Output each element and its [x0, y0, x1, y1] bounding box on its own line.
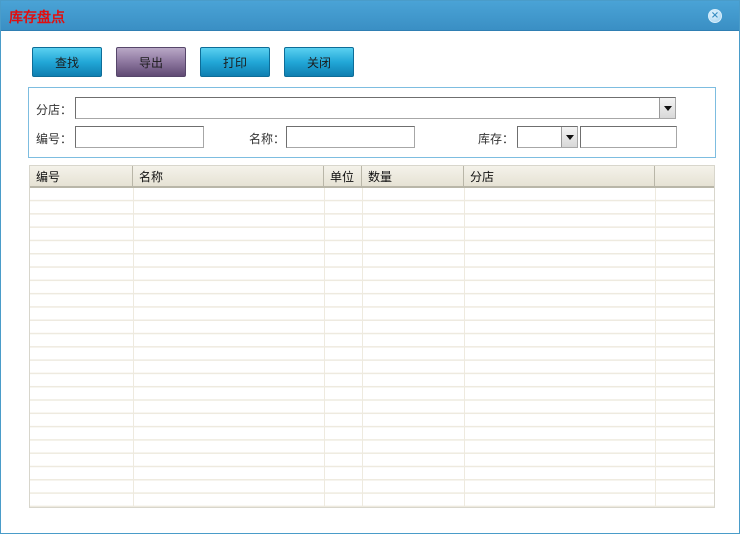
column-header-extra[interactable] [655, 166, 714, 188]
export-button[interactable]: 导出 [116, 47, 186, 77]
column-header-quantity[interactable]: 数量 [362, 166, 464, 188]
column-header-name[interactable]: 名称 [133, 166, 324, 188]
filter-panel: 分店： 编号： 名称： 库存： [28, 87, 716, 158]
column-divider [133, 188, 134, 507]
column-divider [324, 188, 325, 507]
branch-label: 分店： [36, 103, 73, 117]
branch-select[interactable] [75, 97, 676, 119]
stock-operator-select[interactable] [517, 126, 578, 148]
print-button[interactable]: 打印 [200, 47, 270, 77]
close-button[interactable]: 关闭 [284, 47, 354, 77]
inventory-table[interactable]: 编号 名称 单位 数量 分店 [29, 165, 715, 508]
name-input[interactable] [286, 126, 415, 148]
column-divider [362, 188, 363, 507]
table-header: 编号 名称 单位 数量 分店 [30, 166, 714, 188]
column-header-unit[interactable]: 单位 [324, 166, 362, 188]
column-header-code[interactable]: 编号 [30, 166, 133, 188]
stock-label: 库存： [478, 132, 515, 146]
window-title: 库存盘点 [9, 10, 65, 26]
column-header-branch[interactable]: 分店 [464, 166, 655, 188]
search-button[interactable]: 查找 [32, 47, 102, 77]
code-label: 编号： [36, 132, 73, 146]
stock-value-input[interactable] [580, 126, 677, 148]
column-divider [655, 188, 656, 507]
chevron-down-icon[interactable] [659, 98, 675, 118]
title-bar[interactable]: 库存盘点 × [1, 1, 739, 31]
column-divider [464, 188, 465, 507]
code-input[interactable] [75, 126, 204, 148]
chevron-down-icon[interactable] [561, 127, 577, 147]
name-label: 名称： [249, 132, 286, 146]
close-icon[interactable]: × [708, 9, 722, 23]
inventory-check-window: 库存盘点 × 查找 导出 打印 关闭 分店： 编号： 名称： 库存： 编号 名称… [0, 0, 740, 534]
